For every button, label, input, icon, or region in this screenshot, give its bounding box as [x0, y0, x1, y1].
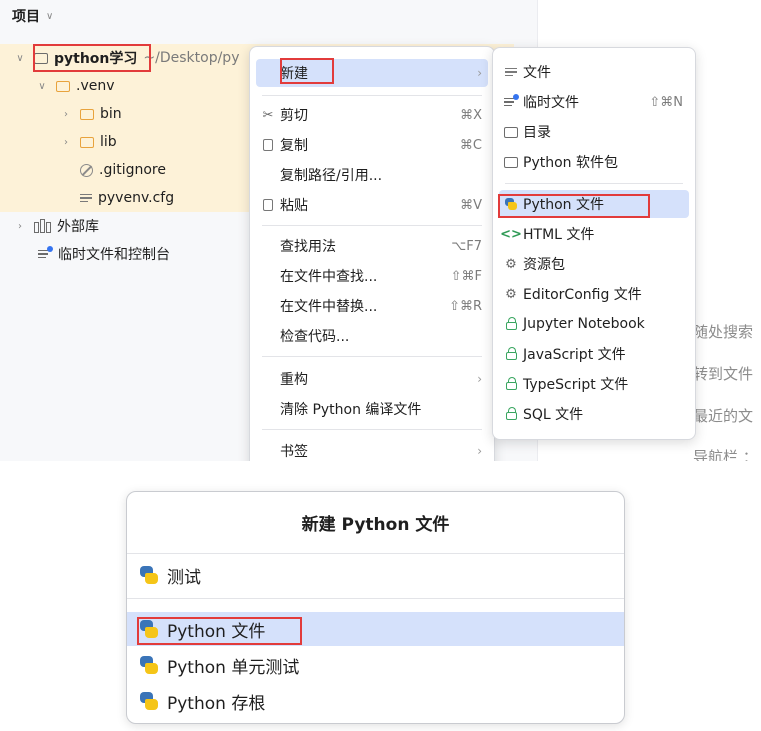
tree-item-scratches[interactable]: 临时文件和控制台: [0, 240, 170, 268]
dialog-separator: [127, 553, 624, 554]
menu-item-cut[interactable]: ✂ 剪切 ⌘X: [256, 101, 488, 129]
file-icon: [505, 66, 517, 79]
text-file-icon: [80, 192, 92, 205]
menu-item-find-in-files[interactable]: 在文件中查找... ⇧⌘F: [256, 262, 488, 290]
submenu-item-editorconfig[interactable]: ⚙ EditorConfig 文件: [499, 280, 689, 308]
menu-item-paste[interactable]: 粘贴 ⌘V: [256, 191, 488, 219]
tree-item-label: pyvenv.cfg: [98, 190, 175, 206]
menu-item-copy-path[interactable]: 复制路径/引用...: [256, 161, 488, 189]
lock-icon: [505, 317, 517, 330]
ignore-file-icon: [80, 163, 93, 177]
submenu-item-python-file[interactable]: Python 文件: [499, 190, 689, 218]
chevron-down-icon: ∨: [38, 80, 46, 92]
context-menu: 新建 › ✂ 剪切 ⌘X 复制 ⌘C 复制路径/引用... 粘贴 ⌘V 查找用法…: [249, 46, 495, 461]
dialog-option-python-unittest[interactable]: Python 单元测试: [127, 648, 624, 682]
menu-item-replace-in-files[interactable]: 在文件中替换... ⇧⌘R: [256, 292, 488, 320]
package-folder-icon: [504, 156, 518, 168]
python-icon: [139, 565, 159, 585]
folder-icon: [80, 136, 94, 148]
menu-separator: [262, 225, 482, 226]
chevron-right-icon: ›: [64, 108, 68, 120]
submenu-item-file[interactable]: 文件: [499, 58, 689, 86]
gear-icon: ⚙: [505, 286, 517, 302]
lock-icon: [505, 347, 517, 360]
menu-item-find-usages[interactable]: 查找用法 ⌥F7: [256, 232, 488, 260]
lock-icon: [505, 377, 517, 390]
menu-item-clean-python[interactable]: 清除 Python 编译文件: [256, 395, 488, 423]
folder-icon: [80, 108, 94, 120]
submenu-item-javascript[interactable]: JavaScript 文件: [499, 340, 689, 368]
chevron-right-icon: ›: [477, 66, 482, 80]
tree-item-label: 外部库: [57, 219, 99, 235]
dialog-separator: [127, 598, 624, 599]
chevron-right-icon: ›: [477, 444, 482, 458]
menu-separator: [262, 429, 482, 430]
scratch-file-icon: [504, 93, 519, 109]
chevron-right-icon: ›: [64, 136, 68, 148]
chevron-right-icon: ›: [477, 372, 482, 386]
menu-item-copy[interactable]: 复制 ⌘C: [256, 131, 488, 159]
gear-icon: ⚙: [505, 256, 517, 272]
library-icon: [34, 219, 51, 233]
python-icon: [504, 197, 518, 211]
python-icon: [139, 691, 159, 711]
dialog-option-python-stub[interactable]: Python 存根: [127, 684, 624, 718]
submenu-item-python-package[interactable]: Python 软件包: [499, 148, 689, 176]
submenu-item-scratch-file[interactable]: 临时文件 ⇧⌘N: [499, 88, 689, 116]
dialog-title: 新建 Python 文件: [301, 515, 450, 535]
dialog-option-python-file[interactable]: Python 文件: [127, 612, 624, 646]
menu-separator: [505, 183, 683, 184]
tree-item-label: bin: [100, 106, 122, 122]
menu-item-inspect-code[interactable]: 检查代码...: [256, 322, 488, 350]
lock-icon: [505, 407, 517, 420]
html-icon: <>: [500, 226, 522, 242]
chevron-down-icon: ∨: [16, 52, 24, 64]
new-python-file-dialog: 新建 Python 文件 测试 Python 文件 Python 单元测试 Py…: [126, 491, 625, 724]
tree-item-label: .venv: [76, 78, 115, 94]
editor-hint-search: 随处搜索: [693, 323, 754, 341]
tree-item-external-libraries[interactable]: › 外部库: [0, 212, 99, 240]
folder-icon: [56, 80, 70, 92]
new-submenu: 文件 临时文件 ⇧⌘N 目录 Python 软件包 Python 文件 <> H…: [492, 47, 696, 440]
ide-window: 随处搜索 转到文件 最近的文 导航栏 ： 项目 ∨ ∨ python学习 ~/D…: [0, 0, 761, 461]
tree-item-label: .gitignore: [99, 162, 166, 178]
scratch-file-icon: [38, 245, 53, 261]
submenu-item-html-file[interactable]: <> HTML 文件: [499, 220, 689, 248]
scissors-icon: ✂: [262, 107, 274, 123]
submenu-item-directory[interactable]: 目录: [499, 118, 689, 146]
editor-hint-navbar: 导航栏 ：: [693, 448, 758, 461]
tree-item-label: lib: [100, 134, 117, 150]
project-panel-title: 项目: [12, 9, 40, 25]
editor-hint-recent: 最近的文: [693, 407, 754, 425]
folder-icon: [34, 52, 48, 64]
chevron-right-icon: ›: [18, 220, 22, 232]
filename-input[interactable]: 测试: [127, 558, 624, 592]
menu-item-bookmarks[interactable]: 书签 ›: [256, 437, 488, 461]
tree-root-name: python学习: [54, 51, 138, 67]
submenu-item-typescript[interactable]: TypeScript 文件: [499, 370, 689, 398]
copy-icon: [263, 139, 273, 151]
tree-root-path: ~/Desktop/py: [143, 50, 240, 66]
paste-icon: [263, 199, 273, 211]
menu-item-new[interactable]: 新建 ›: [256, 59, 488, 87]
tree-item-label: 临时文件和控制台: [58, 247, 170, 263]
chevron-down-icon: ∨: [46, 10, 54, 22]
python-icon: [139, 619, 159, 639]
python-icon: [139, 655, 159, 675]
folder-icon: [504, 126, 518, 138]
submenu-item-resource-bundle[interactable]: ⚙ 资源包: [499, 250, 689, 278]
filename-input-value: 测试: [167, 567, 201, 588]
menu-separator: [262, 356, 482, 357]
menu-separator: [262, 95, 482, 96]
submenu-item-jupyter[interactable]: Jupyter Notebook: [499, 310, 689, 338]
project-panel-header[interactable]: 项目 ∨: [12, 6, 53, 26]
menu-item-refactor[interactable]: 重构 ›: [256, 365, 488, 393]
submenu-item-sql[interactable]: SQL 文件: [499, 400, 689, 428]
editor-hint-goto-file: 转到文件: [693, 365, 754, 383]
